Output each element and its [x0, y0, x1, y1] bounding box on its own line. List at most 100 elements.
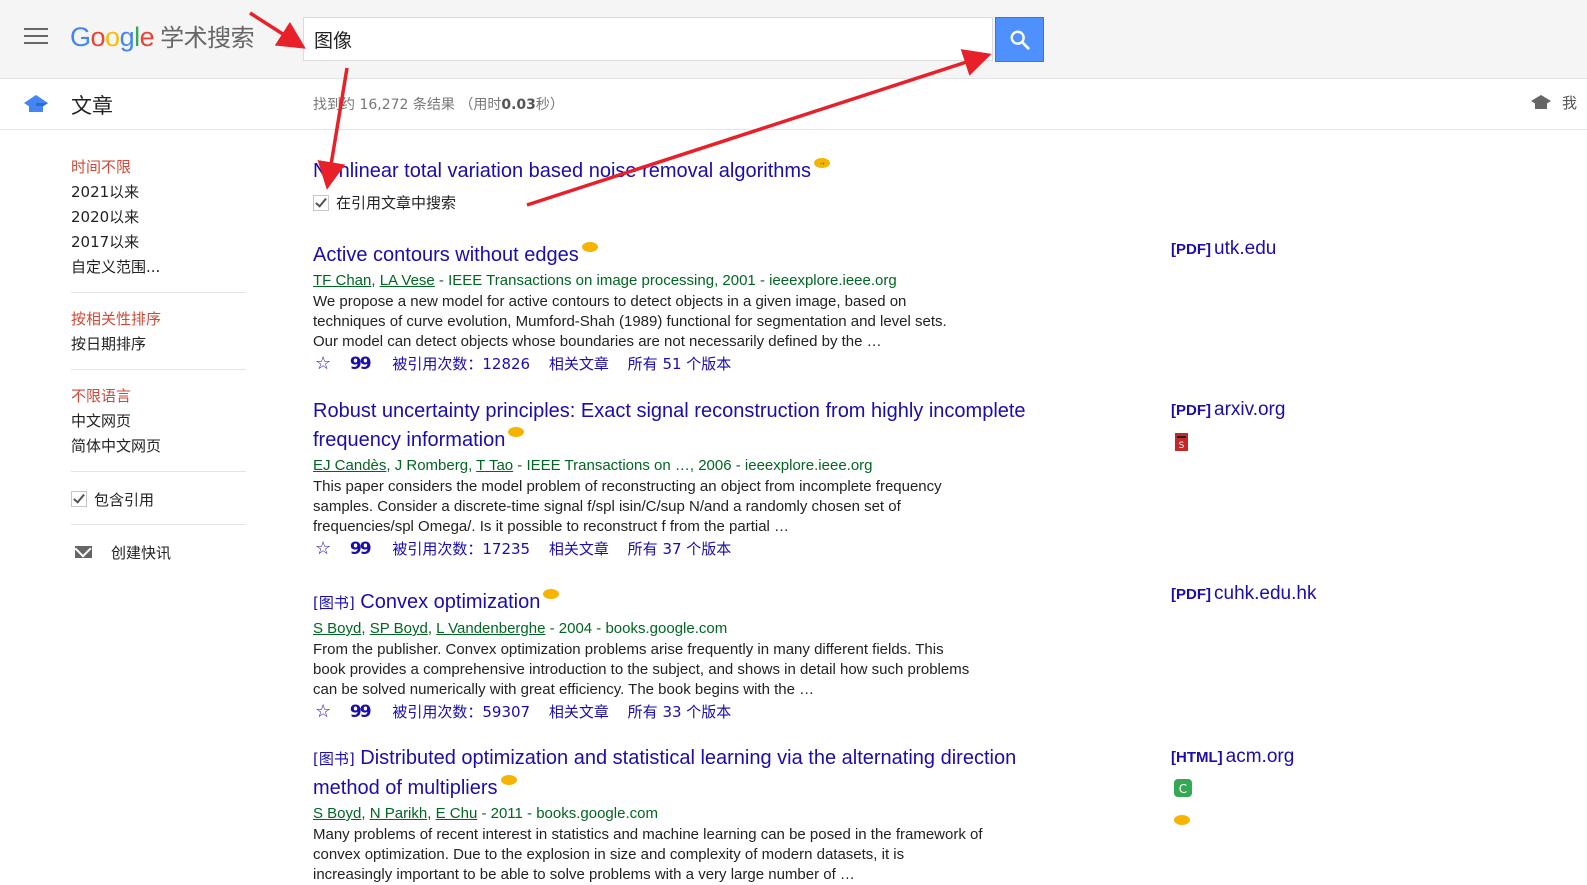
time-filter-custom[interactable]: 自定义范围... — [71, 255, 246, 280]
pdf-side-link[interactable]: [PDF] utk.edu — [1171, 238, 1276, 260]
divider — [71, 369, 246, 370]
all-versions-link[interactable]: 所有 37 个版本 — [628, 540, 732, 558]
result-title-link[interactable]: [图书] Distributed optimization and statis… — [313, 744, 1073, 803]
result-count-prefix: 找到约 16,272 条结果 （用时 — [313, 97, 502, 113]
pdf-side-link[interactable]: [PDF] cuhk.edu.hk — [1171, 583, 1316, 605]
create-alert-button[interactable]: 创建快讯 — [71, 539, 246, 565]
result-source: - IEEE Transactions on …, 2006 - ieeexpl… — [513, 457, 873, 474]
related-articles-link[interactable]: 相关文章 — [549, 540, 609, 558]
green-app-icon[interactable]: C — [1173, 778, 1193, 798]
side-link-domain: utk.edu — [1214, 238, 1277, 259]
result-title-link[interactable]: Robust uncertainty principles: Exact sig… — [313, 397, 1073, 455]
time-filter-2021[interactable]: 2021以来 — [71, 180, 246, 205]
cited-search-block: Nonlinear total variation based noise re… — [313, 157, 1073, 213]
checkbox-checked-icon[interactable] — [71, 491, 87, 507]
search-box — [303, 17, 993, 61]
author-link[interactable]: TF Chan — [313, 272, 371, 289]
author-name: J Romberg — [394, 457, 469, 474]
checkbox-checked-icon[interactable] — [313, 194, 329, 211]
result-title-text: Distributed optimization and statistical… — [313, 747, 1017, 799]
author-link[interactable]: S Boyd — [313, 620, 361, 637]
logo-letter: G — [70, 22, 91, 52]
save-star-icon[interactable]: ☆ — [315, 701, 331, 722]
result-title-text: Robust uncertainty principles: Exact sig… — [313, 400, 1026, 451]
result-meta: TF Chan, LA Vese - IEEE Transactions on … — [313, 272, 897, 289]
search-icon — [1010, 30, 1030, 50]
author-link[interactable]: L Vandenberghe — [436, 620, 545, 637]
time-filter-group: 时间不限 2021以来 2020以来 2017以来 自定义范围... — [71, 155, 246, 280]
language-any[interactable]: 不限语言 — [71, 384, 246, 409]
graduation-cap-icon — [24, 95, 48, 112]
pdf-side-link[interactable]: [PDF] arxiv.org — [1171, 399, 1285, 421]
result-snippet: Many problems of recent interest in stat… — [313, 826, 983, 883]
cited-by-link[interactable]: 被引用次数：17235 — [392, 540, 530, 558]
author-link[interactable]: LA Vese — [380, 272, 435, 289]
sub-header: 文章 找到约 16,272 条结果 （用时0.03秒） 我 — [0, 79, 1587, 130]
related-articles-link[interactable]: 相关文章 — [549, 355, 609, 373]
fulltext-badge-icon[interactable]: → — [813, 157, 831, 169]
fulltext-badge-icon[interactable] — [507, 426, 525, 438]
result-kind-label: [图书] — [313, 594, 355, 612]
author-link[interactable]: N Parikh — [370, 805, 428, 822]
result-source: - 2004 - books.google.com — [545, 620, 728, 637]
result-title-link[interactable]: [图书] Convex optimization — [313, 588, 1073, 618]
time-filter-2017[interactable]: 2017以来 — [71, 230, 246, 255]
sidebar: 时间不限 2021以来 2020以来 2017以来 自定义范围... 按相关性排… — [71, 155, 246, 565]
author-link[interactable]: EJ Candès — [313, 457, 386, 474]
fulltext-badge-icon[interactable] — [542, 588, 560, 600]
save-star-icon[interactable]: ☆ — [315, 353, 331, 374]
logo-letter: o — [90, 22, 106, 52]
cited-article-title-text: Nonlinear total variation based noise re… — [313, 160, 812, 182]
author-link[interactable]: T Tao — [476, 457, 513, 474]
cite-quote-icon[interactable]: 99 — [350, 354, 372, 374]
language-simplified-chinese[interactable]: 简体中文网页 — [71, 434, 246, 459]
google-scholar-logo[interactable]: Google 学术搜索 — [70, 18, 255, 53]
svg-text:S: S — [1179, 441, 1185, 451]
envelope-icon — [75, 546, 92, 558]
my-library-link[interactable]: 我 — [1562, 92, 1577, 113]
author-link[interactable]: S Boyd — [313, 805, 361, 822]
result-time: 0.03 — [501, 97, 536, 113]
cited-by-link[interactable]: 被引用次数：12826 — [392, 355, 530, 373]
result-actions: ☆ 99 被引用次数：12826 相关文章 所有 51 个版本 — [313, 352, 1073, 376]
fulltext-badge-icon[interactable] — [581, 241, 599, 253]
section-title: 文章 — [71, 94, 113, 118]
result-snippet: From the publisher. Convex optimization … — [313, 641, 970, 698]
search-within-citing-checkbox[interactable]: 在引用文章中搜索 — [313, 192, 1073, 213]
all-versions-link[interactable]: 所有 33 个版本 — [628, 703, 732, 721]
cite-quote-icon[interactable]: 99 — [350, 539, 372, 559]
cite-quote-icon[interactable]: 99 — [350, 702, 372, 722]
my-library-icon[interactable] — [1530, 94, 1552, 112]
result-meta: S Boyd, SP Boyd, L Vandenberghe - 2004 -… — [313, 620, 728, 637]
search-result: [图书] Distributed optimization and statis… — [313, 744, 1073, 885]
fulltext-badge-icon[interactable] — [500, 774, 518, 786]
result-meta: S Boyd, N Parikh, E Chu - 2011 - books.g… — [313, 805, 658, 822]
cited-by-link[interactable]: 被引用次数：59307 — [392, 703, 530, 721]
include-citations-label: 包含引用 — [94, 490, 155, 509]
author-link[interactable]: E Chu — [436, 805, 478, 822]
time-filter-any[interactable]: 时间不限 — [71, 155, 246, 180]
cited-article-title[interactable]: Nonlinear total variation based noise re… — [313, 157, 1073, 186]
hamburger-menu-icon[interactable] — [24, 28, 48, 46]
result-actions: ☆ 99 被引用次数：59307 相关文章 所有 33 个版本 — [313, 700, 1073, 724]
all-versions-link[interactable]: 所有 51 个版本 — [628, 355, 732, 373]
sort-by-relevance[interactable]: 按相关性排序 — [71, 307, 246, 332]
fulltext-badge-icon[interactable] — [1173, 814, 1191, 826]
related-articles-link[interactable]: 相关文章 — [549, 703, 609, 721]
author-link[interactable]: SP Boyd — [370, 620, 428, 637]
result-title-link[interactable]: Active contours without edges — [313, 241, 1073, 270]
svg-text:→: → — [820, 161, 825, 168]
html-side-link[interactable]: [HTML] acm.org — [1171, 746, 1294, 768]
language-chinese-pages[interactable]: 中文网页 — [71, 409, 246, 434]
pdf-file-icon[interactable]: S — [1173, 432, 1191, 452]
sort-by-date[interactable]: 按日期排序 — [71, 332, 246, 357]
side-link-tag: [PDF] — [1171, 402, 1211, 419]
save-star-icon[interactable]: ☆ — [315, 538, 331, 559]
result-count-suffix: 秒） — [535, 97, 564, 113]
include-citations-checkbox[interactable]: 包含引用 — [71, 486, 246, 512]
search-result: Robust uncertainty principles: Exact sig… — [313, 397, 1073, 561]
time-filter-2020[interactable]: 2020以来 — [71, 205, 246, 230]
divider — [71, 292, 246, 293]
search-input[interactable] — [314, 26, 974, 52]
search-button[interactable] — [995, 17, 1044, 62]
